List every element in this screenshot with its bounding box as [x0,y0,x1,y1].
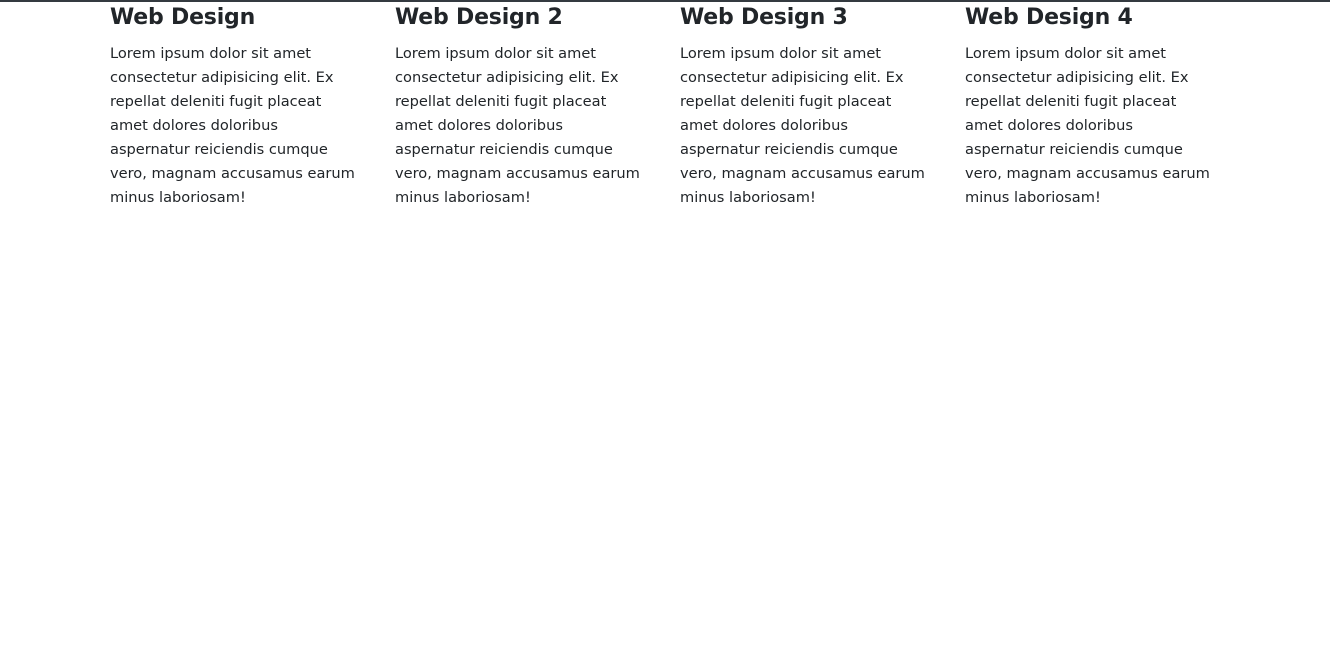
service-description: Lorem ipsum dolor sit amet consectetur a… [965,45,1210,206]
service-description: Lorem ipsum dolor sit amet consectetur a… [680,45,925,206]
services-row: Web Design Lorem ipsum dolor sit amet co… [110,0,1250,210]
service-column-4: Web Design 4 Lorem ipsum dolor sit amet … [965,0,1250,210]
service-title: Web Design 4 [965,5,1133,30]
service-column-2: Web Design 2 Lorem ipsum dolor sit amet … [395,0,680,210]
service-column-3: Web Design 3 Lorem ipsum dolor sit amet … [680,0,965,210]
service-title: Web Design 2 [395,5,563,30]
service-column-1: Web Design Lorem ipsum dolor sit amet co… [110,0,395,210]
service-title: Web Design [110,5,256,30]
service-description: Lorem ipsum dolor sit amet consectetur a… [395,45,640,206]
service-description: Lorem ipsum dolor sit amet consectetur a… [110,45,355,206]
service-title: Web Design 3 [680,5,848,30]
